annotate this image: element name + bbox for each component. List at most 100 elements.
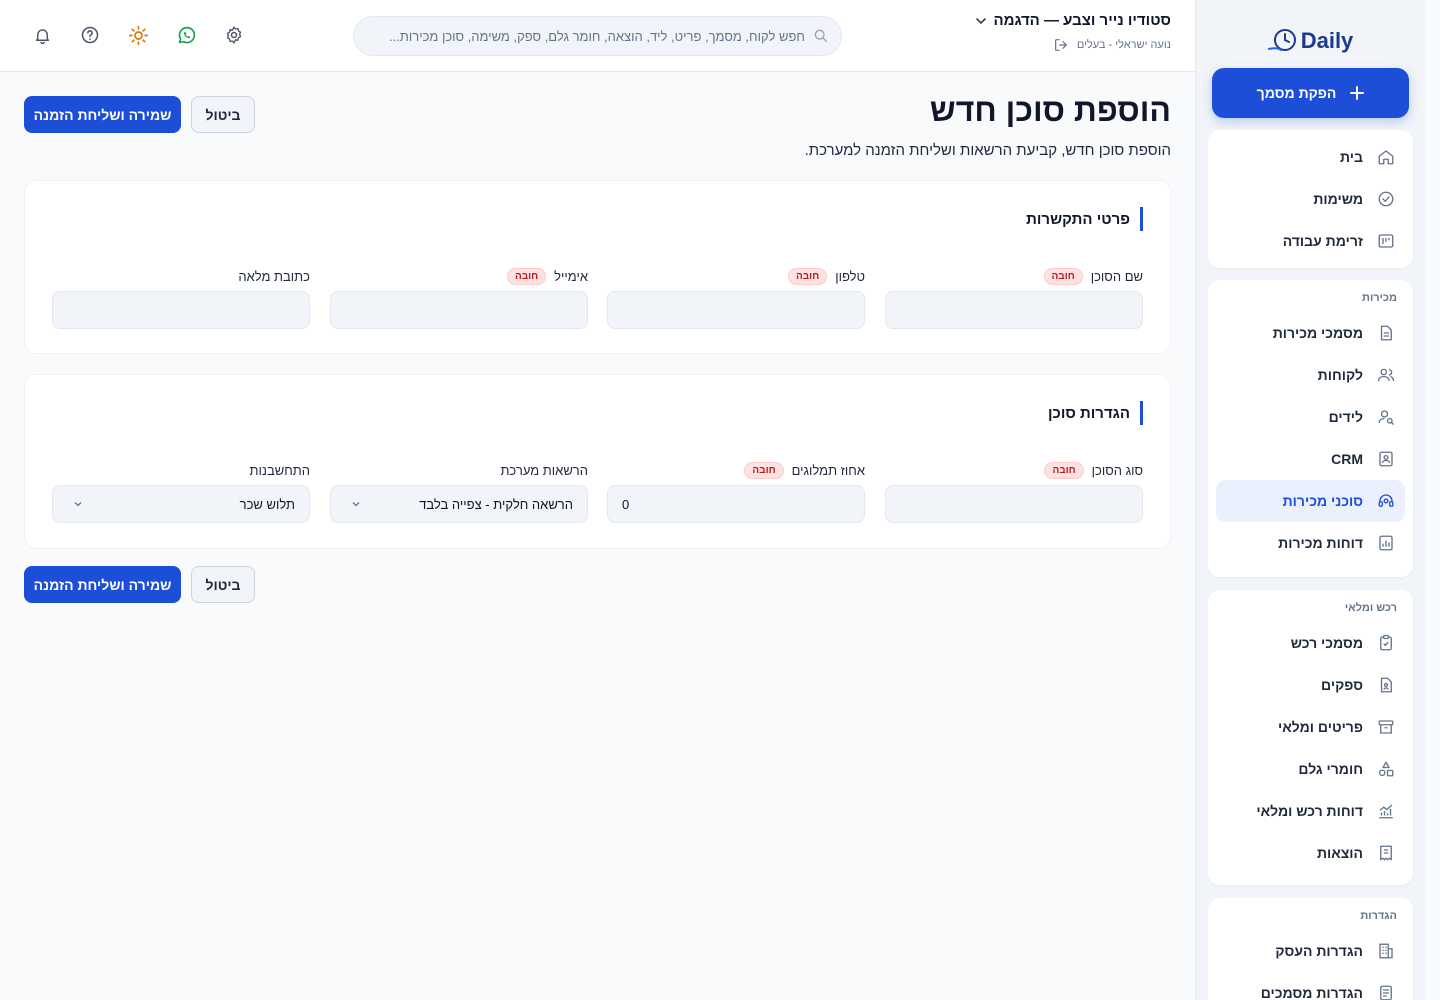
sidebar-item-label: חומרי גלם — [1298, 761, 1363, 777]
user-search-icon — [1378, 410, 1394, 425]
document-settings-icon — [1380, 985, 1392, 1000]
email-field: אימייל חובה — [330, 265, 588, 329]
agent-type-input[interactable] — [885, 485, 1143, 523]
sidebar-item-crm[interactable]: CRM — [1216, 438, 1405, 480]
field-label-row: אימייל חובה — [330, 265, 588, 287]
agent-name-input[interactable] — [885, 291, 1143, 329]
receipt-icon — [1380, 845, 1392, 861]
contact-card-icon — [1379, 451, 1393, 467]
nav-group-purchasing: רכש ומלאי מסמכי רכש ספקים פריטים ומלאי ח… — [1208, 590, 1413, 885]
notifications-button[interactable] — [31, 24, 53, 46]
logo[interactable]: Daily — [1196, 24, 1425, 58]
search-input[interactable] — [370, 28, 805, 44]
sidebar-item-expenses[interactable]: הוצאות — [1216, 832, 1405, 874]
address-input[interactable] — [52, 291, 310, 329]
create-document-label: הפקת מסמך — [1256, 85, 1337, 101]
bar-chart-icon — [1379, 535, 1393, 551]
field-label-row: כתובת מלאה — [52, 265, 310, 287]
sidebar-item-workflow[interactable]: זרימת עבודה — [1216, 220, 1405, 262]
sidebar-item-suppliers[interactable]: ספקים — [1216, 664, 1405, 706]
company-name: סטודיו נייר וצבע — הדגמה — [993, 12, 1171, 29]
company-switcher[interactable]: סטודיו נייר וצבע — הדגמה — [975, 12, 1171, 29]
gear-icon — [226, 26, 242, 44]
user-name-role: נועה ישראלי - בעלים — [1076, 39, 1171, 51]
save-and-invite-button[interactable]: שמירה ושליחת הזמנה — [24, 96, 181, 133]
billing-select[interactable]: תלוש שכר — [52, 485, 310, 523]
sidebar-item-leads[interactable]: לידים — [1216, 396, 1405, 438]
field-label: סוג הסוכן — [1091, 462, 1143, 478]
theme-toggle-button[interactable] — [127, 24, 149, 46]
sidebar-item-label: CRM — [1331, 451, 1363, 467]
sidebar-item-label: סוכני מכירות — [1282, 493, 1363, 509]
cancel-button[interactable]: ביטול — [191, 96, 255, 133]
sidebar-item-tasks[interactable]: משימות — [1216, 178, 1405, 220]
royalty-percent-input[interactable]: 0 — [607, 485, 865, 523]
supplier-file-icon — [1380, 677, 1392, 693]
sidebar-item-document-settings[interactable]: הגדרות מסמכים — [1216, 972, 1405, 1000]
phone-field: טלפון חובה — [607, 265, 865, 329]
shapes-icon — [1378, 761, 1394, 777]
archive-icon — [1378, 720, 1394, 734]
required-badge: חובה — [1044, 461, 1084, 479]
field-label: טלפון — [835, 268, 865, 284]
global-search[interactable] — [353, 16, 842, 56]
chevron-down-icon — [976, 17, 987, 24]
required-badge: חובה — [744, 461, 784, 479]
sidebar-item-business-settings[interactable]: הגדרות העסק — [1216, 930, 1405, 972]
sidebar-item-raw-materials[interactable]: חומרי גלם — [1216, 748, 1405, 790]
field-label: אימייל — [554, 268, 588, 284]
sidebar-item-label: מסמכי מכירות — [1272, 325, 1363, 341]
royalty-percent-field: אחוז תמלוגים חובה 0 — [607, 459, 865, 523]
help-button[interactable] — [79, 24, 101, 46]
nav-group-heading: רכש ומלאי — [1344, 602, 1397, 614]
sidebar-item-label: לידים — [1328, 409, 1363, 425]
field-label-row: סוג הסוכן חובה — [885, 459, 1143, 481]
section-title: הגדרות סוכן — [1048, 401, 1143, 425]
email-input[interactable] — [330, 291, 588, 329]
phone-input[interactable] — [607, 291, 865, 329]
chevron-down-icon — [74, 502, 82, 507]
page-subtitle: הוספת סוכן חדש, קביעת הרשאות ושליחת הזמנ… — [804, 142, 1171, 159]
required-badge: חובה — [506, 267, 547, 285]
sidebar-item-label: מסמכי רכש — [1290, 635, 1363, 651]
field-label-row: טלפון חובה — [607, 265, 865, 287]
user-info: נועה ישראלי - בעלים — [1053, 37, 1171, 53]
cancel-button-bottom[interactable]: ביטול — [191, 566, 255, 603]
billing-field: התחשבנות תלוש שכר — [52, 459, 310, 523]
contact-details-card: פרטי התקשרות שם הסוכן חובה טלפון חובה אי… — [24, 180, 1171, 354]
sidebar-item-label: פריטים ומלאי — [1278, 719, 1363, 735]
sidebar-item-purchase-documents[interactable]: מסמכי רכש — [1216, 622, 1405, 664]
help-circle-icon — [81, 26, 99, 44]
sidebar-item-sales-reports[interactable]: דוחות מכירות — [1216, 522, 1405, 564]
sidebar-item-purchase-reports[interactable]: דוחות רכש ומלאי — [1216, 790, 1405, 832]
agent-settings-card: הגדרות סוכן סוג הסוכן חובה אחוז תמלוגים … — [24, 374, 1171, 549]
save-and-invite-button-bottom[interactable]: שמירה ושליחת הזמנה — [24, 566, 181, 603]
required-badge: חובה — [788, 267, 828, 285]
sidebar-item-label: ספקים — [1321, 677, 1363, 693]
sidebar-item-home[interactable]: בית — [1216, 136, 1405, 178]
permissions-selected-value: הרשאה חלקית - צפייה בלבד — [419, 496, 573, 512]
check-circle-icon — [1378, 191, 1394, 207]
settings-button[interactable] — [223, 24, 245, 46]
sidebar-item-label: הוצאות — [1316, 845, 1363, 861]
section-title: פרטי התקשרות — [1026, 207, 1143, 231]
field-label: אחוז תמלוגים — [791, 462, 865, 478]
logout-icon[interactable] — [1053, 37, 1069, 53]
chevron-down-icon — [352, 502, 360, 507]
bell-icon — [35, 28, 49, 44]
document-icon — [1380, 325, 1392, 341]
sidebar-item-sales-documents[interactable]: מסמכי מכירות — [1216, 312, 1405, 354]
sidebar-item-label: לקוחות — [1317, 367, 1363, 383]
required-badge: חובה — [1043, 267, 1083, 285]
sidebar-item-sales-agents[interactable]: סוכני מכירות — [1216, 480, 1405, 522]
whatsapp-button[interactable] — [175, 24, 197, 46]
create-document-button[interactable]: הפקת מסמך — [1212, 68, 1409, 118]
sidebar-item-customers[interactable]: לקוחות — [1216, 354, 1405, 396]
sidebar-item-inventory[interactable]: פריטים ומלאי — [1216, 706, 1405, 748]
agent-name-field: שם הסוכן חובה — [885, 265, 1143, 329]
field-label-row: שם הסוכן חובה — [885, 265, 1143, 287]
sidebar-item-label: משימות — [1313, 191, 1363, 207]
permissions-select[interactable]: הרשאה חלקית - צפייה בלבד — [330, 485, 588, 523]
field-label-row: הרשאות מערכת — [330, 459, 588, 481]
field-label: כתובת מלאה — [238, 268, 310, 284]
